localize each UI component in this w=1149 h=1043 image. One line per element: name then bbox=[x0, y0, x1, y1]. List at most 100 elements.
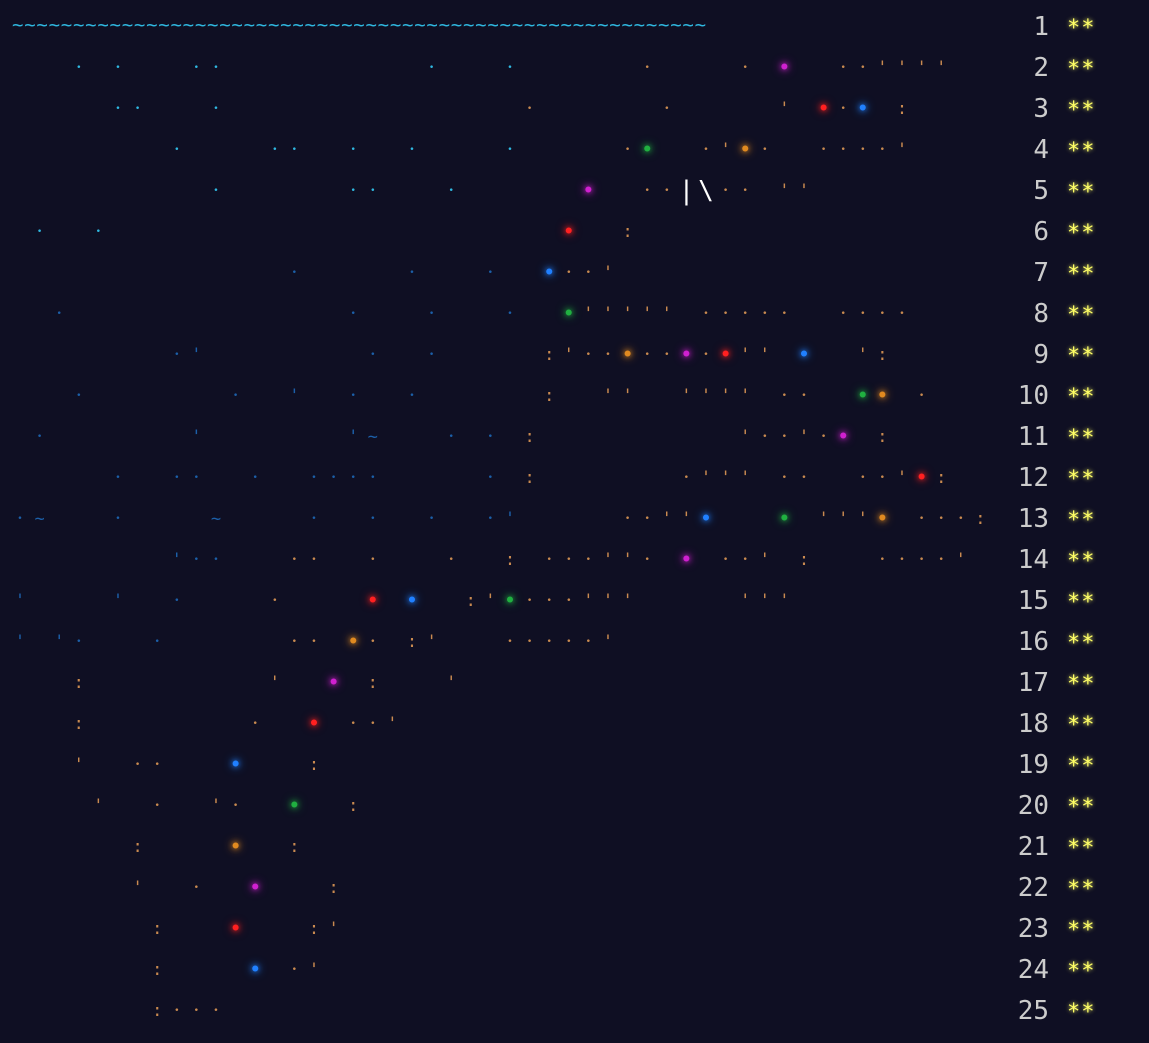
sea-dot: • bbox=[56, 309, 62, 319]
day-number: 23 bbox=[1017, 914, 1049, 944]
gold-stars: ** bbox=[1067, 836, 1096, 861]
sand-path-mark: ' bbox=[740, 468, 751, 488]
day-row-12[interactable]: 12 ** bbox=[995, 458, 1145, 499]
sand-path-mark: • bbox=[860, 63, 866, 73]
day-row-22[interactable]: 22 ** bbox=[995, 868, 1145, 909]
sea-dot: • bbox=[291, 268, 298, 278]
sea-dot: • bbox=[76, 637, 82, 647]
day-row-2[interactable]: 2 ** bbox=[995, 48, 1145, 89]
sand-path-mark: • bbox=[879, 309, 886, 319]
sand-path-mark: ' bbox=[602, 386, 614, 406]
sand-path-mark: ' bbox=[93, 796, 104, 816]
day-row-23[interactable]: 23 ** bbox=[995, 909, 1145, 950]
sea-dot: • bbox=[350, 186, 356, 196]
gold-stars: ** bbox=[1067, 713, 1096, 738]
sand-path-mark: • bbox=[762, 145, 768, 155]
sea-dot: • bbox=[291, 145, 298, 155]
sand-path-mark: : bbox=[877, 427, 888, 447]
sea-dot: ' bbox=[348, 427, 359, 447]
sand-path-mark: ' bbox=[73, 755, 84, 775]
glowing-light: • bbox=[818, 99, 829, 119]
sand-path-mark: • bbox=[820, 145, 827, 155]
sand-path-mark: • bbox=[781, 309, 788, 319]
glowing-light: • bbox=[230, 919, 241, 939]
sea-dot: ' bbox=[112, 591, 124, 611]
sand-path-mark: • bbox=[879, 145, 886, 155]
sand-path-mark: ' bbox=[798, 427, 810, 447]
day-row-20[interactable]: 20 ** bbox=[995, 786, 1145, 827]
sand-path-mark: • bbox=[840, 104, 846, 114]
sand-path-mark: • bbox=[311, 637, 317, 647]
sand-path-mark: : bbox=[544, 345, 555, 365]
day-row-7[interactable]: 7 ** bbox=[995, 253, 1145, 294]
sand-path-mark: • bbox=[762, 309, 768, 319]
day-row-17[interactable]: 17 ** bbox=[995, 663, 1145, 704]
day-row-6[interactable]: 6 ** bbox=[995, 212, 1145, 253]
day-number: 25 bbox=[1017, 996, 1049, 1026]
day-row-10[interactable]: 10 ** bbox=[995, 376, 1145, 417]
day-row-4[interactable]: 4 ** bbox=[995, 130, 1145, 171]
sand-path-mark: ' bbox=[681, 509, 692, 529]
sand-path-mark: : bbox=[367, 673, 378, 693]
day-row-1[interactable]: 1 ** bbox=[995, 7, 1145, 48]
day-row-18[interactable]: 18 ** bbox=[995, 704, 1145, 745]
day-row-15[interactable]: 15 ** bbox=[995, 581, 1145, 622]
day-row-14[interactable]: 14 ** bbox=[995, 540, 1145, 581]
sea-dot: • bbox=[134, 104, 141, 114]
glowing-light: • bbox=[504, 591, 516, 611]
sand-path-mark: • bbox=[742, 555, 748, 565]
sand-path-mark: ' bbox=[681, 386, 692, 406]
day-number: 15 bbox=[1017, 586, 1049, 616]
sand-path-mark: • bbox=[193, 1006, 200, 1016]
day-row-3[interactable]: 3 ** bbox=[995, 89, 1145, 130]
sea-dot: ' bbox=[14, 632, 26, 652]
day-row-21[interactable]: 21 ** bbox=[995, 827, 1145, 868]
sand-path-mark: • bbox=[703, 145, 709, 155]
glowing-light: • bbox=[779, 58, 790, 78]
sand-path-mark: • bbox=[585, 555, 592, 565]
glowing-light: • bbox=[230, 755, 241, 775]
glowing-light: • bbox=[720, 345, 731, 365]
day-number: 6 bbox=[1033, 217, 1049, 247]
sand-path-mark: ' bbox=[896, 58, 908, 78]
glowing-light: • bbox=[622, 345, 633, 365]
day-number: 20 bbox=[1017, 791, 1049, 821]
sand-path-mark: • bbox=[742, 309, 748, 319]
gold-stars: ** bbox=[1067, 549, 1096, 574]
sea-dot: • bbox=[409, 391, 415, 401]
glowing-light: • bbox=[289, 796, 300, 816]
day-row-13[interactable]: 13 ** bbox=[995, 499, 1145, 540]
day-row-16[interactable]: 16 ** bbox=[995, 622, 1145, 663]
day-number: 19 bbox=[1017, 750, 1049, 780]
day-row-8[interactable]: 8 ** bbox=[995, 294, 1145, 335]
sand-path-mark: ' bbox=[485, 591, 496, 611]
sea-dot: • bbox=[193, 63, 200, 73]
day-row-24[interactable]: 24 ** bbox=[995, 950, 1145, 991]
sand-path-mark: ' bbox=[955, 550, 966, 570]
sand-path-mark: : bbox=[328, 878, 339, 898]
sand-path-mark: ' bbox=[602, 632, 614, 652]
sand-path-mark: ' bbox=[759, 591, 770, 611]
day-row-19[interactable]: 19 ** bbox=[995, 745, 1145, 786]
sand-path-mark: : bbox=[465, 591, 476, 611]
day-row-11[interactable]: 11 ** bbox=[995, 417, 1145, 458]
day-row-9[interactable]: 9 ** bbox=[995, 335, 1145, 376]
sand-path-mark: • bbox=[840, 145, 846, 155]
sand-path-mark: : bbox=[975, 509, 986, 529]
sand-path-mark: : bbox=[524, 468, 535, 488]
sand-path-mark: ' bbox=[583, 591, 594, 611]
sand-path-mark: • bbox=[448, 555, 454, 565]
sand-path-mark: • bbox=[350, 719, 356, 729]
sand-path-mark: • bbox=[566, 596, 572, 606]
sand-path-mark: • bbox=[781, 391, 788, 401]
sand-path-mark: • bbox=[938, 555, 944, 565]
sea-dot: • bbox=[154, 637, 160, 647]
day-row-5[interactable]: 5 ** bbox=[995, 171, 1145, 212]
sand-path-mark: : bbox=[896, 99, 908, 119]
day-row-25[interactable]: 25 ** bbox=[995, 991, 1145, 1032]
sand-path-mark: ' bbox=[896, 140, 908, 160]
glowing-light: • bbox=[328, 673, 339, 693]
glowing-light: • bbox=[798, 345, 810, 365]
sand-path-mark: • bbox=[722, 309, 729, 319]
sand-path-mark: ' bbox=[818, 509, 829, 529]
